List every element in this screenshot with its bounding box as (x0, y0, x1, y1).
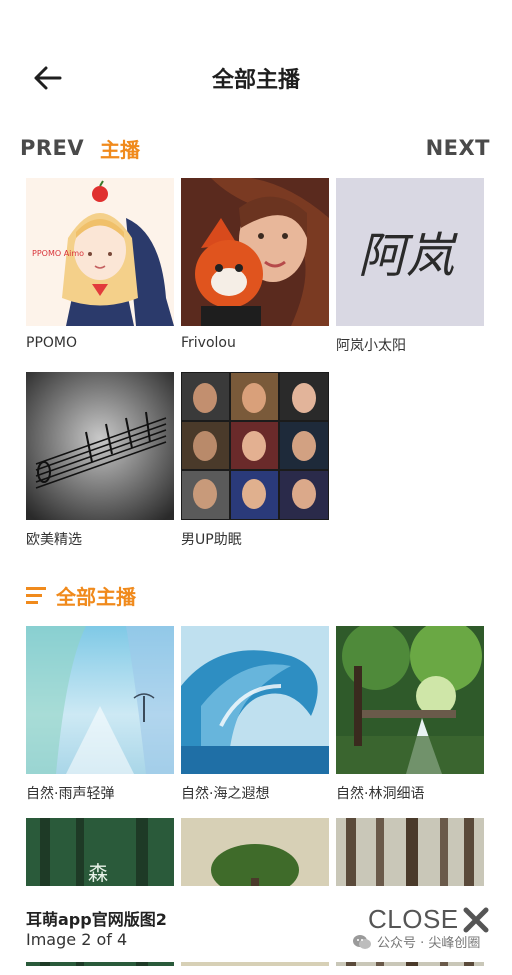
grid-item-ppomo[interactable]: PPOMO Aimo PPOMO (26, 178, 174, 351)
grid-item-rain[interactable]: 自然·雨声轻弹 (26, 626, 174, 803)
grid-item-frivolou[interactable]: Frivolou (181, 178, 329, 351)
forest-art-text: 森 (88, 861, 108, 885)
grid-item-forest-cave[interactable]: 自然·林洞细语 (336, 626, 484, 803)
grid-item-label: 欧美精选 (26, 532, 82, 548)
wechat-icon (353, 934, 371, 949)
ppomo-art-text: PPOMO Aimo (32, 249, 84, 258)
grid-item-label: Frivolou (181, 335, 236, 351)
lightbox-caption-bar: 耳萌app官网版图2 Image 2 of 4 CLOSE 公众号 · 尖峰创圈 (0, 886, 512, 962)
caption-subtitle: Image 2 of 4 (26, 930, 128, 949)
grid-item-label: 自然·雨声轻弹 (26, 786, 115, 802)
grid-item-sea[interactable]: 自然·海之遐想 (181, 626, 329, 803)
thumbnail (181, 178, 329, 326)
menu-lines-icon (26, 587, 46, 604)
caption-title: 耳萌app官网版图2 (26, 910, 167, 929)
thumbnail (26, 626, 174, 774)
grid-item-male-up[interactable]: 男UP助眠 (181, 372, 329, 549)
grid-item-label: 自然·林洞细语 (336, 786, 425, 802)
grid-item-alan[interactable]: 阿岚 阿岚小太阳 (336, 178, 484, 355)
close-button[interactable]: CLOSE (368, 904, 491, 935)
tab-anchors[interactable]: 主播 (100, 134, 140, 163)
nav-row: PREV 主播 NEXT (0, 130, 512, 166)
thumbnail: 阿岚 (336, 178, 484, 326)
grid-item-label: PPOMO (26, 335, 78, 351)
prev-button[interactable]: PREV (20, 136, 84, 160)
grid-item-western[interactable]: 欧美精选 (26, 372, 174, 549)
grid-item-label: 男UP助眠 (181, 532, 242, 548)
alan-calligraphy: 阿岚 (358, 228, 458, 284)
section-heading: 全部主播 (24, 580, 136, 610)
thumbnail: PPOMO Aimo (26, 178, 174, 326)
thumbnail (26, 372, 174, 520)
grid-item-label: 自然·海之遐想 (181, 786, 270, 802)
thumbnail (181, 626, 329, 774)
top-bar: 全部主播 (0, 50, 512, 106)
next-button[interactable]: NEXT (426, 136, 490, 160)
close-label: CLOSE (368, 904, 459, 934)
section-label: 全部主播 (56, 584, 136, 609)
thumbnail (336, 626, 484, 774)
watermark-text: 公众号 · 尖峰创圈 (377, 936, 481, 951)
page-title: 全部主播 (211, 68, 300, 93)
watermark: 公众号 · 尖峰创圈 (352, 932, 480, 951)
grid-item-label: 阿岚小太阳 (336, 338, 406, 354)
close-x-icon (463, 907, 489, 932)
thumbnail (181, 372, 329, 520)
